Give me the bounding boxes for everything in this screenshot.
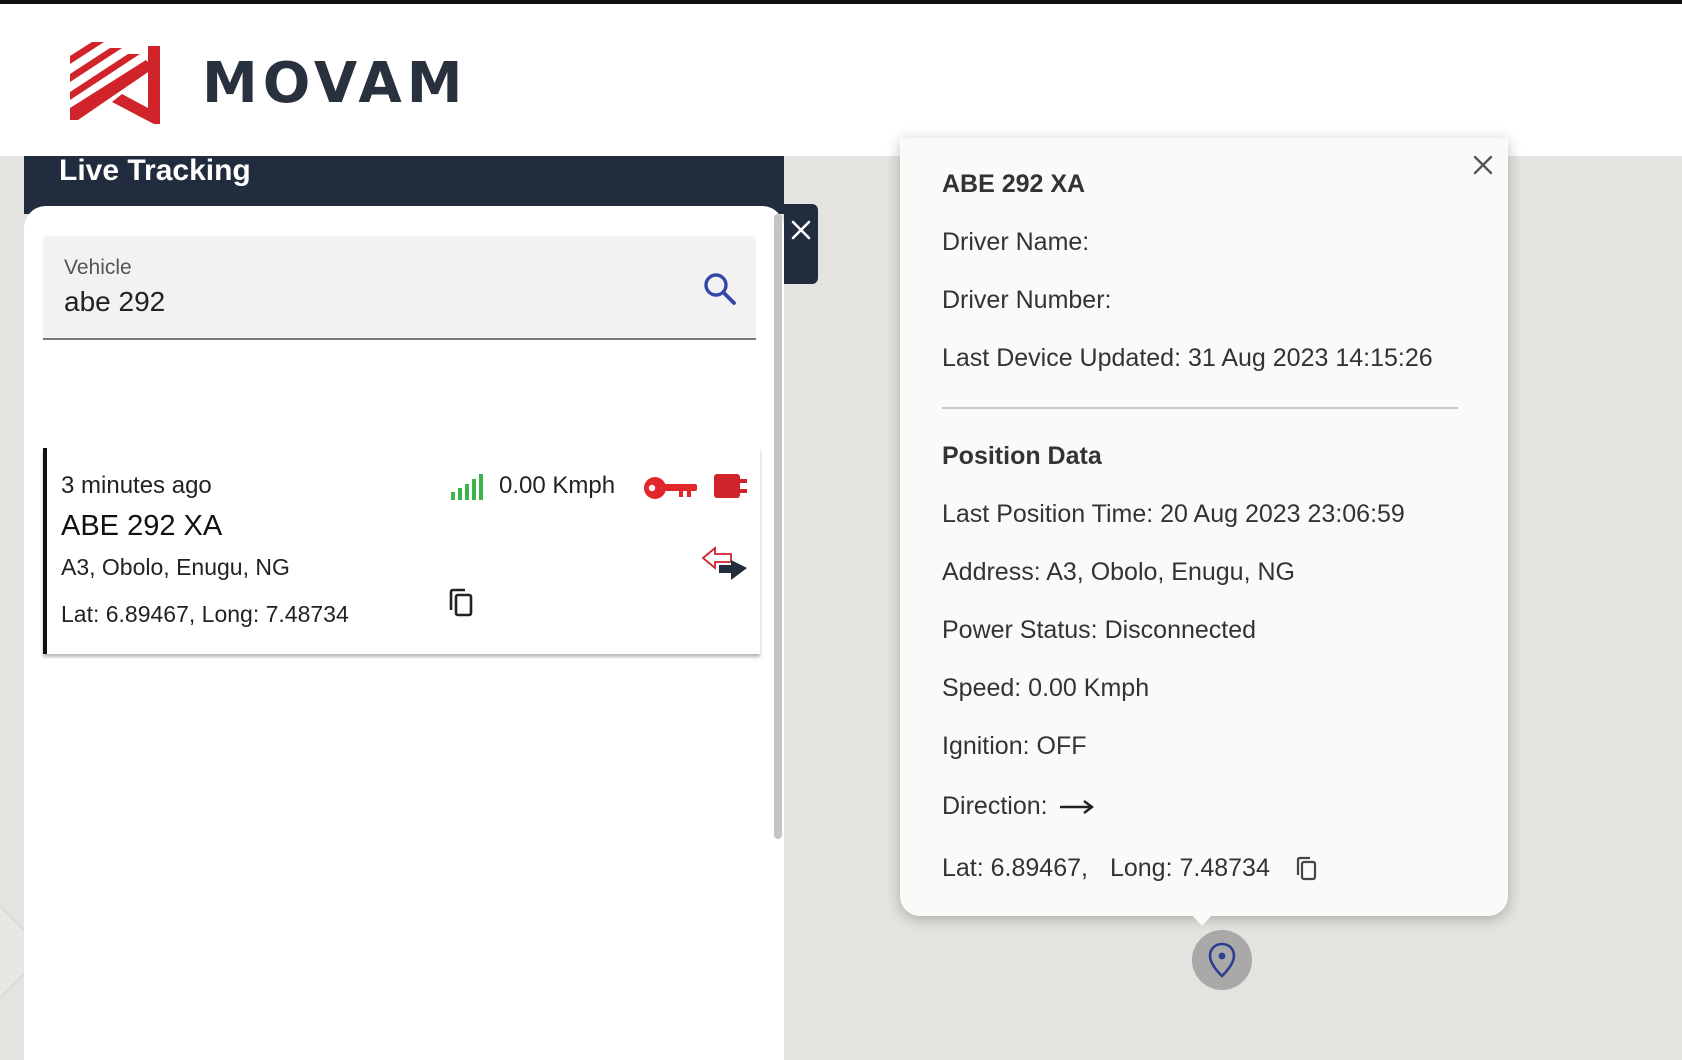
driver-name-label: Driver Name: (942, 228, 1090, 256)
direction-arrows-icon (701, 546, 747, 580)
vehicle-speed: 0.00 Kmph (499, 472, 616, 499)
close-panel-button[interactable] (784, 204, 818, 284)
panel-title: Live Tracking (59, 154, 251, 187)
live-tracking-header: Live Tracking (24, 152, 784, 214)
vehicle-address: A3, Obolo, Enugu, NG (61, 554, 290, 580)
vehicle-map-marker[interactable] (1192, 930, 1252, 990)
arrow-right-icon (1059, 800, 1094, 815)
app-header: MOVAM (0, 4, 1682, 156)
ignition-status: Ignition: OFF (942, 732, 1087, 760)
live-tracking-panel: Vehicle abe 292 3 minutes ago ABE 292 XA… (24, 206, 784, 1060)
popup-plate: ABE 292 XA (942, 170, 1086, 198)
close-icon (791, 220, 811, 240)
vehicle-plate: ABE 292 XA (61, 510, 223, 542)
copy-icon[interactable] (447, 588, 475, 618)
search-input[interactable]: abe 292 (64, 286, 165, 318)
position-data-heading: Position Data (942, 442, 1102, 470)
popup-lat-long: Lat: 6.89467, Long: 7.48734 (942, 854, 1319, 883)
last-device-updated: Last Device Updated: 31 Aug 2023 14:15:2… (942, 344, 1433, 372)
vehicle-info-popup: ABE 292 XA Driver Name: Driver Number: L… (900, 138, 1508, 916)
search-icon[interactable] (703, 272, 737, 306)
vehicle-search-field[interactable]: Vehicle abe 292 (43, 236, 756, 340)
brand-name: MOVAM (202, 51, 468, 116)
vehicle-lat-long: Lat: 6.89467, Long: 7.48734 (61, 601, 349, 627)
popup-divider (942, 407, 1458, 409)
power-status: Power Status: Disconnected (942, 616, 1257, 644)
popup-speed: Speed: 0.00 Kmph (942, 674, 1150, 702)
last-seen-text: 3 minutes ago (61, 472, 212, 499)
plug-icon (714, 474, 747, 498)
panel-scrollbar[interactable] (774, 214, 782, 839)
close-popup-icon[interactable] (1472, 154, 1494, 176)
vehicle-list-item[interactable]: 3 minutes ago ABE 292 XA A3, Obolo, Enug… (43, 448, 760, 654)
direction-row: Direction: (942, 792, 1095, 821)
direction-label: Direction: (942, 792, 1048, 820)
key-icon (644, 477, 697, 499)
signal-bars-icon (451, 474, 483, 500)
popup-lat: Lat: 6.89467, (942, 854, 1088, 882)
last-position-time: Last Position Time: 20 Aug 2023 23:06:59 (942, 500, 1405, 528)
driver-number-label: Driver Number: (942, 286, 1112, 314)
location-pin-icon (1208, 942, 1236, 978)
popup-address: Address: A3, Obolo, Enugu, NG (942, 558, 1295, 586)
movam-logo-icon (70, 42, 160, 124)
popup-long: Long: 7.48734 (1109, 854, 1270, 882)
search-label: Vehicle (64, 256, 132, 279)
popup-pointer (1182, 904, 1222, 926)
copy-icon[interactable] (1295, 856, 1319, 882)
